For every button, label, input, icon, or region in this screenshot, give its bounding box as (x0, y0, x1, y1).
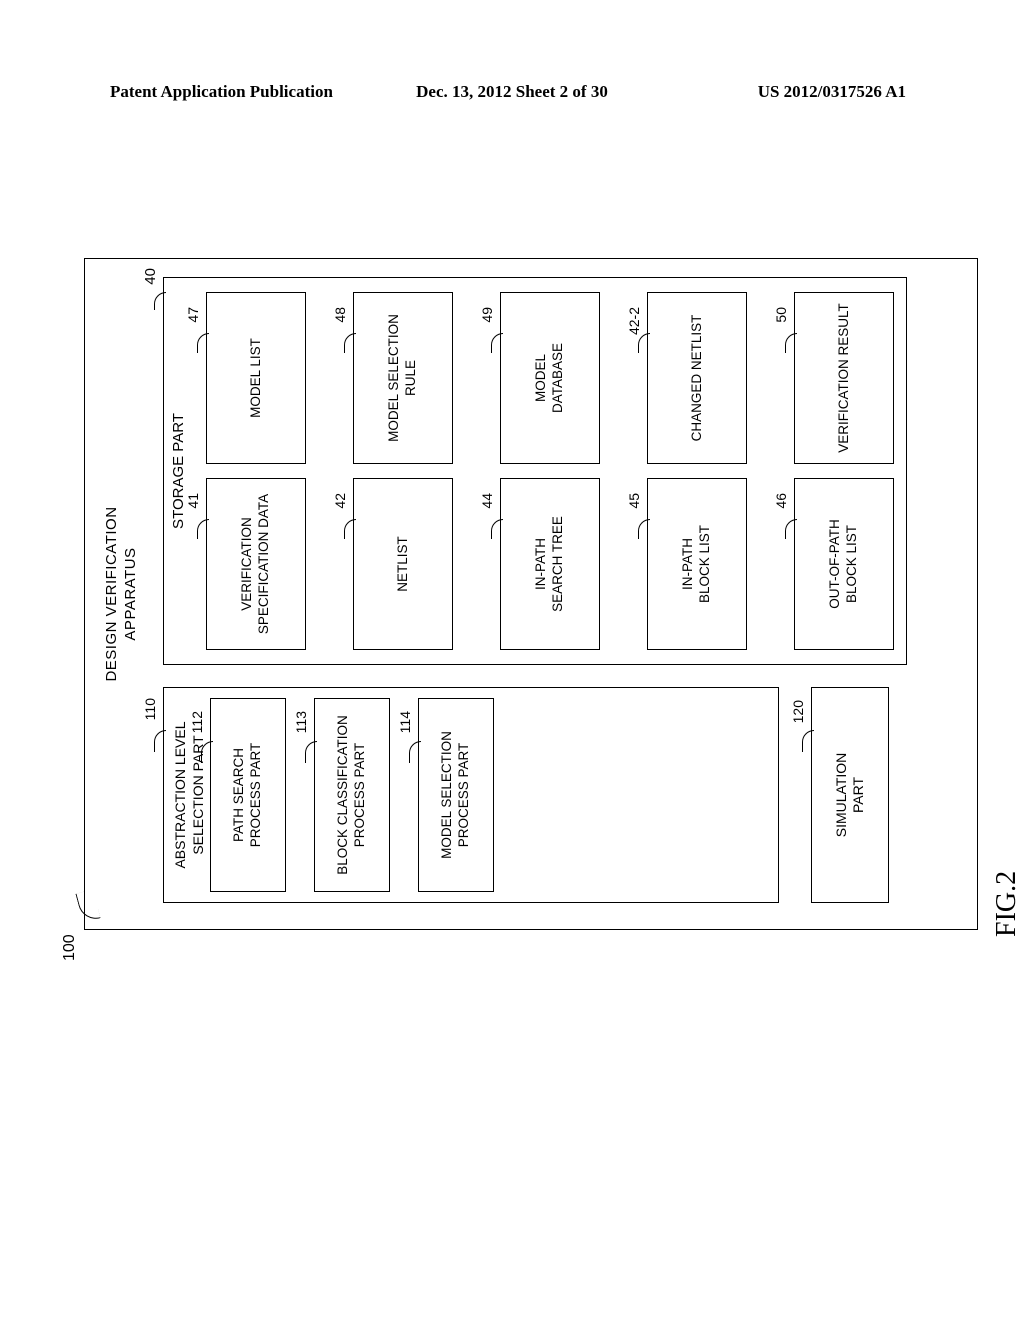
ref-120: 120 (790, 700, 808, 723)
ref-120-leader (802, 730, 814, 752)
ref-113-leader (305, 741, 317, 763)
figure-outer-frame: 100 DESIGN VERIFICATION APPARATUS ABSTRA… (84, 258, 978, 930)
storage-right-col: MODEL LIST 47 MODEL SELECTIONRULE 48 MOD… (206, 292, 894, 464)
box-49-l2: DATABASE (550, 343, 565, 413)
verification-specification-data: VERIFICATIONSPECIFICATION DATA 41 (206, 478, 306, 650)
box-46-l1: OUT-OF-PATH (827, 519, 842, 609)
ref-114: 114 (397, 711, 415, 733)
block-120-l1: SIMULATION (833, 753, 849, 838)
ref-40: 40 (142, 268, 159, 285)
block-classification-process-part: BLOCK CLASSIFICATION PROCESS PART 113 (314, 698, 390, 892)
ref-49: 49 (479, 307, 497, 323)
box-48-l2: RULE (403, 360, 418, 396)
ref-100-leader (75, 889, 100, 923)
block-120-l2: PART (850, 777, 866, 813)
ref-47: 47 (185, 307, 203, 323)
block-112-l1: PATH SEARCH (231, 748, 246, 842)
ref-42: 42 (332, 493, 350, 509)
ref-41: 41 (185, 493, 203, 509)
in-path-search-tree: IN-PATHSEARCH TREE 44 (500, 478, 600, 650)
ref-50-leader (785, 333, 797, 353)
block-114-l1: MODEL SELECTION (439, 731, 454, 859)
storage-title: STORAGE PART (170, 413, 187, 529)
storage-part: STORAGE PART 40 VERIFICATIONSPECIFICATIO… (163, 277, 907, 665)
ref-48-leader (344, 333, 356, 353)
ref-45: 45 (626, 493, 644, 509)
figure-label: FIG.2 (991, 871, 1023, 937)
block-110-title-l1: ABSTRACTION LEVEL (172, 721, 188, 868)
ref-42-2-leader (638, 333, 650, 353)
box-44-l1: IN-PATH (533, 538, 548, 590)
box-42-2-l1: CHANGED NETLIST (689, 315, 704, 442)
abstraction-level-selection-part: ABSTRACTION LEVEL SELECTION PART 110 PAT… (163, 687, 779, 903)
box-42-l1: NETLIST (395, 536, 410, 592)
ref-42-2: 42-2 (626, 307, 644, 335)
out-of-path-block-list: OUT-OF-PATHBLOCK LIST 46 (794, 478, 894, 650)
ref-46: 46 (773, 493, 791, 509)
ref-48: 48 (332, 307, 350, 323)
path-search-process-part: PATH SEARCH PROCESS PART 112 (210, 698, 286, 892)
ref-110: 110 (142, 698, 160, 720)
ref-42-leader (344, 519, 356, 539)
ref-49-leader (491, 333, 503, 353)
model-database: MODELDATABASE 49 (500, 292, 600, 464)
ref-41-leader (197, 519, 209, 539)
simulation-part: SIMULATION PART 120 (811, 687, 889, 903)
storage-left-col: VERIFICATIONSPECIFICATION DATA 41 NETLIS… (206, 478, 894, 650)
ref-40-leader (154, 292, 166, 310)
left-column: ABSTRACTION LEVEL SELECTION PART 110 PAT… (163, 687, 889, 903)
page-header: Patent Application Publication Dec. 13, … (0, 82, 1024, 102)
in-path-block-list: IN-PATHBLOCK LIST 45 (647, 478, 747, 650)
box-41-l2: SPECIFICATION DATA (256, 494, 271, 634)
changed-netlist: CHANGED NETLIST 42-2 (647, 292, 747, 464)
ref-114-leader (409, 741, 421, 763)
ref-100: 100 (61, 934, 79, 961)
model-selection-rule: MODEL SELECTIONRULE 48 (353, 292, 453, 464)
ref-46-leader (785, 519, 797, 539)
ref-110-leader (154, 730, 166, 752)
figure-content: 100 DESIGN VERIFICATION APPARATUS ABSTRA… (85, 259, 977, 929)
box-50-l1: VERIFICATION RESULT (836, 303, 851, 453)
ref-44: 44 (479, 493, 497, 509)
block-114-l2: PROCESS PART (456, 743, 471, 848)
verification-result: VERIFICATION RESULT 50 (794, 292, 894, 464)
block-113-l1: BLOCK CLASSIFICATION (335, 715, 350, 875)
box-47-l1: MODEL LIST (248, 338, 263, 418)
model-selection-process-part: MODEL SELECTION PROCESS PART 114 (418, 698, 494, 892)
block-110-title: ABSTRACTION LEVEL SELECTION PART (172, 721, 207, 868)
box-45-l1: IN-PATH (680, 538, 695, 590)
apparatus-title-line2: APPARATUS (122, 547, 139, 640)
box-45-l2: BLOCK LIST (697, 525, 712, 603)
header-right: US 2012/0317526 A1 (758, 82, 906, 102)
netlist: NETLIST 42 (353, 478, 453, 650)
ref-44-leader (491, 519, 503, 539)
header-center: Dec. 13, 2012 Sheet 2 of 30 (416, 82, 608, 102)
storage-columns: VERIFICATIONSPECIFICATION DATA 41 NETLIS… (206, 292, 894, 650)
block-113-l2: PROCESS PART (352, 743, 367, 848)
box-49-l1: MODEL (533, 354, 548, 402)
box-46-l2: BLOCK LIST (844, 525, 859, 603)
apparatus-title: DESIGN VERIFICATION APPARATUS (103, 506, 141, 681)
apparatus-title-line1: DESIGN VERIFICATION (103, 506, 120, 681)
box-48-l1: MODEL SELECTION (386, 314, 401, 442)
ref-112: 112 (189, 711, 207, 733)
block-112-l2: PROCESS PART (248, 743, 263, 848)
box-41-l1: VERIFICATION (239, 517, 254, 611)
ref-50: 50 (773, 307, 791, 323)
ref-113: 113 (293, 711, 311, 733)
model-list: MODEL LIST 47 (206, 292, 306, 464)
selection-inner-blocks: PATH SEARCH PROCESS PART 112 BLOCK CLASS… (210, 698, 494, 892)
header-left: Patent Application Publication (110, 82, 333, 102)
ref-47-leader (197, 333, 209, 353)
box-44-l2: SEARCH TREE (550, 516, 565, 612)
ref-45-leader (638, 519, 650, 539)
